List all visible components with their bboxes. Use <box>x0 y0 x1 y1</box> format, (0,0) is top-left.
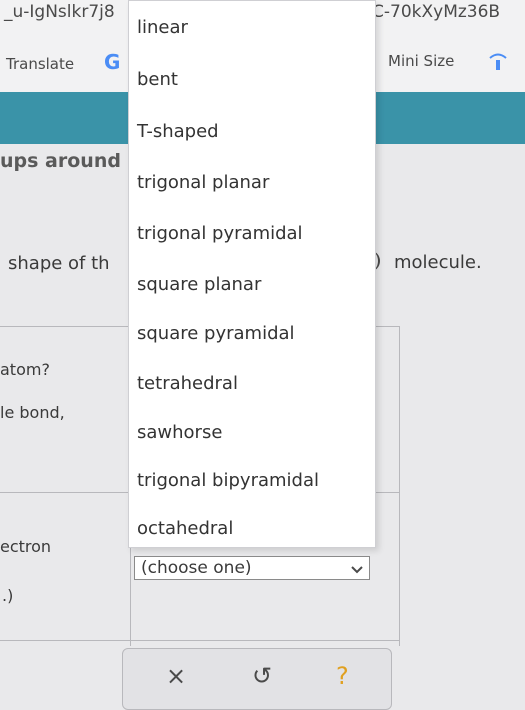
table-line-bottom <box>0 640 400 641</box>
shape-select[interactable]: (choose one) <box>134 556 370 580</box>
url-fragment-left: _u-IgNslkr7j8 <box>4 2 115 22</box>
option-tetrahedral[interactable]: tetrahedral <box>137 373 238 394</box>
help-icon[interactable]: ? <box>336 662 349 690</box>
option-t-shaped[interactable]: T-shaped <box>137 121 219 142</box>
question-text-left: shape of th <box>8 253 110 274</box>
translate-button[interactable]: Translate <box>6 55 74 73</box>
close-icon[interactable]: × <box>166 662 186 690</box>
url-fragment-right: C-70kXyMz36B <box>372 2 501 22</box>
select-current-value: (choose one) <box>141 558 252 578</box>
option-octahedral[interactable]: octahedral <box>137 518 233 539</box>
option-square-planar[interactable]: square planar <box>137 274 261 295</box>
row-label-atom: atom? <box>0 360 50 379</box>
mini-size-icon[interactable] <box>487 50 509 72</box>
table-line-vertical-right <box>399 326 400 646</box>
question-text-right: molecule. <box>394 252 482 273</box>
option-trigonal-pyramidal[interactable]: trigonal pyramidal <box>137 223 303 244</box>
option-trigonal-bipyramidal[interactable]: trigonal bipyramidal <box>137 470 319 491</box>
option-sawhorse[interactable]: sawhorse <box>137 422 222 443</box>
chevron-down-icon <box>351 559 363 578</box>
option-square-pyramidal[interactable]: square pyramidal <box>137 323 295 344</box>
option-trigonal-planar[interactable]: trigonal planar <box>137 172 269 193</box>
option-bent[interactable]: bent <box>137 69 178 90</box>
option-linear[interactable]: linear <box>137 17 188 38</box>
mini-size-button[interactable]: Mini Size <box>388 52 454 70</box>
row-label-bond: le bond, <box>0 403 65 422</box>
google-g-icon[interactable]: G <box>104 50 120 74</box>
section-text: ups around <box>0 150 121 172</box>
row-label-paren: .) <box>2 586 14 605</box>
undo-icon[interactable]: ↺ <box>252 662 272 690</box>
shape-dropdown-list: linear bent T-shaped trigonal planar tri… <box>128 0 376 548</box>
row-label-electron: ectron <box>0 537 52 556</box>
